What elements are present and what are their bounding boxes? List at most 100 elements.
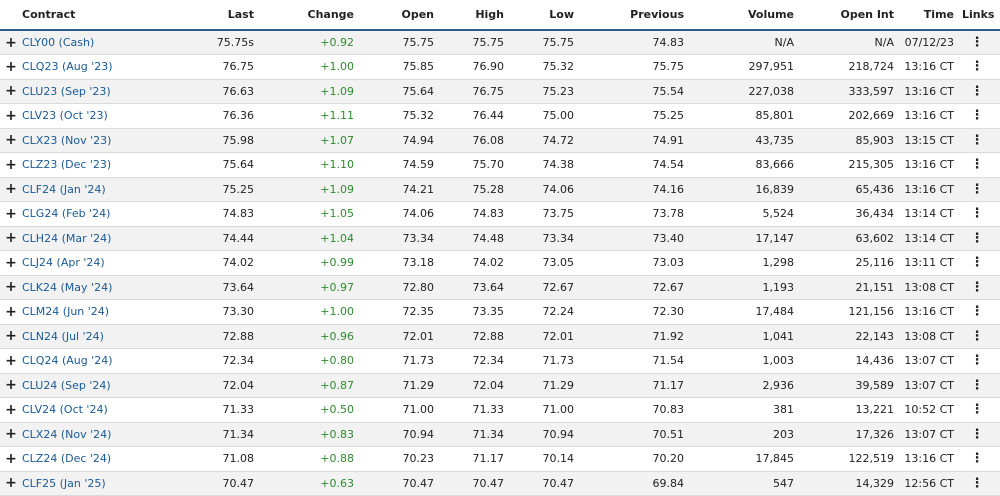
open-interest-value: 14,329 — [802, 471, 902, 496]
table-row: + CLF25 (Jan '25) 70.47 +0.63 70.47 70.47 70.4… — [0, 471, 1000, 496]
column-header-low[interactable]: Low — [512, 0, 582, 31]
high-price: 72.34 — [442, 348, 512, 374]
contract-symbol-link[interactable]: CLX24 (Nov '24) — [22, 422, 172, 447]
expand-row-icon[interactable]: + — [0, 79, 22, 104]
contract-symbol-link[interactable]: CLQ23 (Aug '23) — [22, 54, 172, 80]
expand-row-icon[interactable]: + — [0, 397, 22, 423]
expand-row-icon[interactable]: + — [0, 226, 22, 251]
price-change: +1.05 — [262, 201, 362, 227]
price-change: +0.80 — [262, 348, 362, 374]
contract-symbol-link[interactable]: CLU23 (Sep '23) — [22, 79, 172, 104]
price-change: +0.88 — [262, 446, 362, 472]
contract-symbol-link[interactable]: CLF25 (Jan '25) — [22, 471, 172, 496]
expand-row-icon[interactable]: + — [0, 103, 22, 129]
column-header-previous[interactable]: Previous — [582, 0, 692, 31]
column-header-change[interactable]: Change — [262, 0, 362, 31]
links-menu-icon[interactable]: ⋮ — [962, 177, 1000, 202]
open-price: 71.73 — [362, 348, 442, 374]
column-header-high[interactable]: High — [442, 0, 512, 31]
expand-row-icon[interactable]: + — [0, 446, 22, 472]
open-interest-value: 14,436 — [802, 348, 902, 374]
links-menu-icon[interactable]: ⋮ — [962, 299, 1000, 325]
volume-value: 83,666 — [692, 152, 802, 178]
last-price: 75.98 — [172, 128, 262, 153]
contract-symbol-link[interactable]: CLY00 (Cash) — [22, 30, 172, 55]
expand-row-icon[interactable]: + — [0, 422, 22, 447]
links-menu-icon[interactable]: ⋮ — [962, 250, 1000, 276]
price-change: +0.87 — [262, 373, 362, 398]
high-price: 71.33 — [442, 397, 512, 423]
last-price: 71.34 — [172, 422, 262, 447]
contract-symbol-link[interactable]: CLH24 (Mar '24) — [22, 226, 172, 251]
contract-symbol-link[interactable]: CLK24 (May '24) — [22, 275, 172, 300]
expand-row-icon[interactable]: + — [0, 275, 22, 300]
last-trade-time: 13:16 CT — [902, 79, 962, 104]
expand-row-icon[interactable]: + — [0, 250, 22, 276]
links-menu-icon[interactable]: ⋮ — [962, 471, 1000, 496]
column-header-last[interactable]: Last — [172, 0, 262, 31]
volume-value: 1,041 — [692, 324, 802, 349]
table-row: + CLQ23 (Aug '23) 76.75 +1.00 75.85 76.90 75.3… — [0, 54, 1000, 80]
column-header-time[interactable]: Time — [902, 0, 962, 31]
expand-row-icon[interactable]: + — [0, 299, 22, 325]
expand-row-icon[interactable]: + — [0, 128, 22, 153]
column-header-contract[interactable]: Contract — [22, 0, 172, 31]
high-price: 76.08 — [442, 128, 512, 153]
links-menu-icon[interactable]: ⋮ — [962, 324, 1000, 349]
expand-row-icon[interactable]: + — [0, 348, 22, 374]
open-interest-value: 121,156 — [802, 299, 902, 325]
expand-row-icon[interactable]: + — [0, 471, 22, 496]
low-price: 70.94 — [512, 422, 582, 447]
links-menu-icon[interactable]: ⋮ — [962, 226, 1000, 251]
low-price: 71.73 — [512, 348, 582, 374]
links-menu-icon[interactable]: ⋮ — [962, 103, 1000, 129]
links-menu-icon[interactable]: ⋮ — [962, 275, 1000, 300]
high-price: 75.28 — [442, 177, 512, 202]
last-trade-time: 13:16 CT — [902, 446, 962, 472]
contract-symbol-link[interactable]: CLG24 (Feb '24) — [22, 201, 172, 227]
contract-symbol-link[interactable]: CLZ24 (Dec '24) — [22, 446, 172, 472]
open-price: 71.29 — [362, 373, 442, 398]
contract-symbol-link[interactable]: CLN24 (Jul '24) — [22, 324, 172, 349]
last-price: 75.64 — [172, 152, 262, 178]
column-header-open-int[interactable]: Open Int — [802, 0, 902, 31]
open-interest-value: 21,151 — [802, 275, 902, 300]
contract-symbol-link[interactable]: CLJ24 (Apr '24) — [22, 250, 172, 276]
expand-row-icon[interactable]: + — [0, 373, 22, 398]
contract-symbol-link[interactable]: CLV24 (Oct '24) — [22, 397, 172, 423]
previous-close: 72.67 — [582, 275, 692, 300]
contract-symbol-link[interactable]: CLX23 (Nov '23) — [22, 128, 172, 153]
last-price: 74.44 — [172, 226, 262, 251]
volume-value: 547 — [692, 471, 802, 496]
table-row: + CLU23 (Sep '23) 76.63 +1.09 75.64 76.75 75.2… — [0, 79, 1000, 104]
links-menu-icon[interactable]: ⋮ — [962, 348, 1000, 374]
links-menu-icon[interactable]: ⋮ — [962, 79, 1000, 104]
links-menu-icon[interactable]: ⋮ — [962, 373, 1000, 398]
links-menu-icon[interactable]: ⋮ — [962, 30, 1000, 55]
column-header-open[interactable]: Open — [362, 0, 442, 31]
expand-row-icon[interactable]: + — [0, 324, 22, 349]
expand-column-header — [0, 0, 22, 31]
links-menu-icon[interactable]: ⋮ — [962, 422, 1000, 447]
column-header-volume[interactable]: Volume — [692, 0, 802, 31]
links-menu-icon[interactable]: ⋮ — [962, 54, 1000, 80]
expand-row-icon[interactable]: + — [0, 177, 22, 202]
expand-row-icon[interactable]: + — [0, 152, 22, 178]
links-menu-icon[interactable]: ⋮ — [962, 201, 1000, 227]
table-row: + CLM24 (Jun '24) 73.30 +1.00 72.35 73.35 72.2… — [0, 299, 1000, 325]
volume-value: 297,951 — [692, 54, 802, 80]
contract-symbol-link[interactable]: CLF24 (Jan '24) — [22, 177, 172, 202]
expand-row-icon[interactable]: + — [0, 201, 22, 227]
links-menu-icon[interactable]: ⋮ — [962, 397, 1000, 423]
links-menu-icon[interactable]: ⋮ — [962, 446, 1000, 472]
expand-row-icon[interactable]: + — [0, 30, 22, 55]
contract-symbol-link[interactable]: CLV23 (Oct '23) — [22, 103, 172, 129]
contract-symbol-link[interactable]: CLU24 (Sep '24) — [22, 373, 172, 398]
contract-symbol-link[interactable]: CLQ24 (Aug '24) — [22, 348, 172, 374]
expand-row-icon[interactable]: + — [0, 54, 22, 80]
low-price: 73.34 — [512, 226, 582, 251]
contract-symbol-link[interactable]: CLZ23 (Dec '23) — [22, 152, 172, 178]
links-menu-icon[interactable]: ⋮ — [962, 152, 1000, 178]
contract-symbol-link[interactable]: CLM24 (Jun '24) — [22, 299, 172, 325]
links-menu-icon[interactable]: ⋮ — [962, 128, 1000, 153]
